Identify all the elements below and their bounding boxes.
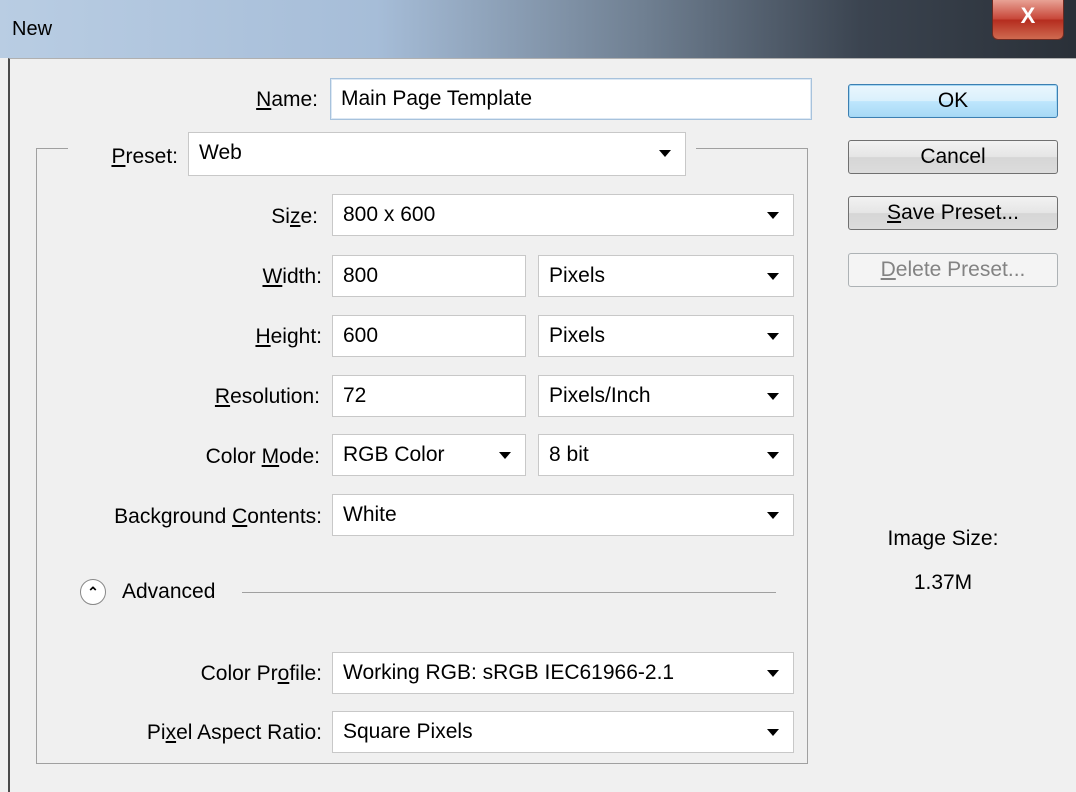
width-label: Width: <box>262 265 322 288</box>
chevron-down-icon <box>767 670 779 677</box>
resolution-unit-dropdown[interactable]: Pixels/Inch <box>538 375 794 417</box>
color-mode-label: Color Mode: <box>205 445 320 468</box>
image-size-value: 1.37M <box>913 571 973 594</box>
preset-label: Preset: <box>111 145 178 168</box>
color-profile-label: Color Profile: <box>200 662 322 685</box>
color-profile-dropdown[interactable]: Working RGB: sRGB IEC61966-2.1 <box>332 652 794 694</box>
size-dropdown[interactable]: 800 x 600 <box>332 194 794 236</box>
size-value: 800 x 600 <box>343 203 436 226</box>
height-unit-dropdown[interactable]: Pixels <box>538 315 794 357</box>
color-mode-dropdown[interactable]: RGB Color <box>332 434 526 476</box>
advanced-divider <box>242 592 776 593</box>
background-dropdown[interactable]: White <box>332 494 794 536</box>
chevron-down-icon <box>767 393 779 400</box>
group-border-right <box>807 148 808 763</box>
ok-button[interactable]: OK <box>848 84 1058 118</box>
chevron-down-icon <box>767 512 779 519</box>
name-input[interactable]: Main Page Template <box>330 78 812 120</box>
chevron-down-icon <box>659 150 671 157</box>
window-title: New <box>12 18 53 40</box>
resolution-input[interactable]: 72 <box>332 375 526 417</box>
group-border-left <box>36 148 37 763</box>
advanced-label[interactable]: Advanced <box>122 580 215 604</box>
chevron-down-icon <box>767 273 779 280</box>
chevron-down-icon <box>499 452 511 459</box>
collapse-advanced-icon[interactable]: ⌃ <box>80 579 106 605</box>
title-bar: New X <box>0 0 1076 58</box>
background-value: White <box>343 503 397 526</box>
height-input[interactable]: 600 <box>332 315 526 357</box>
chevron-down-icon <box>767 333 779 340</box>
bit-depth-value: 8 bit <box>549 443 589 466</box>
pixel-aspect-label: Pixel Aspect Ratio: <box>146 721 322 744</box>
close-button[interactable]: X <box>992 0 1064 40</box>
close-icon: X <box>1020 3 1036 28</box>
width-input[interactable]: 800 <box>332 255 526 297</box>
group-border-top-right <box>696 148 808 149</box>
group-border-top-left <box>36 148 68 149</box>
color-mode-value: RGB Color <box>343 443 445 466</box>
width-unit-value: Pixels <box>549 264 606 287</box>
resolution-label: Resolution: <box>214 385 320 408</box>
pixel-aspect-value: Square Pixels <box>343 720 473 743</box>
bit-depth-dropdown[interactable]: 8 bit <box>538 434 794 476</box>
image-size-label: Image Size: <box>887 527 999 550</box>
cancel-button[interactable]: Cancel <box>848 140 1058 174</box>
preset-value: Web <box>199 141 242 164</box>
size-label: Size: <box>271 205 318 228</box>
resolution-unit-value: Pixels/Inch <box>549 384 651 407</box>
chevron-down-icon <box>767 212 779 219</box>
height-label: Height: <box>255 325 322 348</box>
name-label: Name: <box>256 88 318 111</box>
group-border-bottom <box>36 763 808 764</box>
delete-preset-button: Delete Preset... <box>848 253 1058 287</box>
save-preset-button[interactable]: Save Preset... <box>848 196 1058 230</box>
color-profile-value: Working RGB: sRGB IEC61966-2.1 <box>343 661 675 684</box>
background-label: Background Contents: <box>114 505 322 528</box>
preset-dropdown[interactable]: Web <box>188 132 686 176</box>
chevron-down-icon <box>767 452 779 459</box>
height-unit-value: Pixels <box>549 324 606 347</box>
pixel-aspect-dropdown[interactable]: Square Pixels <box>332 711 794 753</box>
chevron-down-icon <box>767 729 779 736</box>
width-unit-dropdown[interactable]: Pixels <box>538 255 794 297</box>
